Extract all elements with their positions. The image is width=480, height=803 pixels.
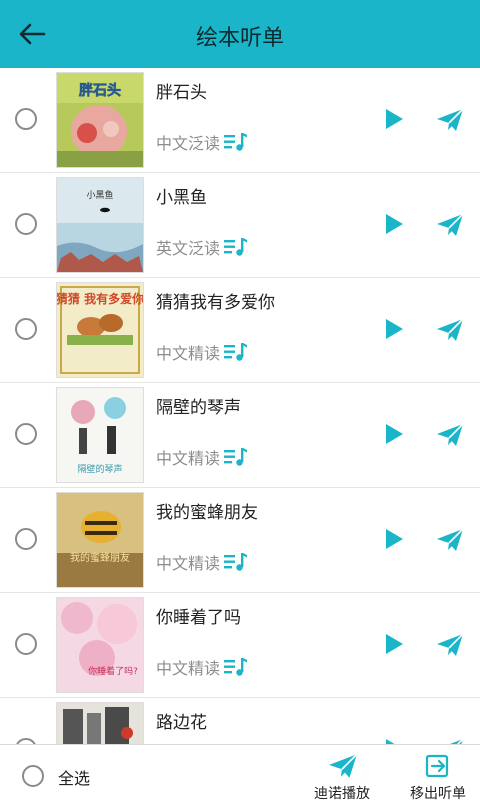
- playlist-music-icon: [224, 448, 248, 466]
- list-item[interactable]: 我的蜜蜂朋友 我的蜜蜂朋友 中文精读: [0, 488, 480, 593]
- book-list: 胖石头 胖石头 中文泛读 小黑鱼 小黑鱼 英文泛读 猜猜 我有多爱你 猜猜我有多…: [0, 68, 480, 744]
- remove-label: 移出听单: [410, 786, 466, 802]
- page-title: 绘本听单: [195, 26, 284, 51]
- cover-title: 猜猜 我有多爱你: [57, 291, 143, 306]
- book-cover[interactable]: 猜猜 我有多爱你: [56, 282, 144, 378]
- list-item[interactable]: 小黑鱼 小黑鱼 英文泛读: [0, 173, 480, 278]
- book-cover[interactable]: [56, 702, 144, 744]
- playlist-music-icon: [224, 343, 248, 361]
- send-icon[interactable]: [436, 423, 464, 447]
- select-radio[interactable]: [15, 528, 37, 550]
- book-type-label: 中文精读: [156, 449, 221, 468]
- playlist-music-icon: [224, 553, 248, 571]
- cover-image: 我的蜜蜂朋友: [57, 493, 143, 587]
- send-icon[interactable]: [436, 108, 464, 132]
- list-item[interactable]: 路边花: [0, 698, 480, 744]
- book-cover[interactable]: 你睡着了吗?: [56, 597, 144, 693]
- send-icon[interactable]: [436, 213, 464, 237]
- select-all-label[interactable]: 全选: [58, 765, 90, 789]
- book-cover[interactable]: 小黑鱼: [56, 177, 144, 273]
- play-icon[interactable]: [384, 213, 404, 235]
- list-item[interactable]: 猜猜 我有多爱你 猜猜我有多爱你 中文精读: [0, 278, 480, 383]
- cover-image: 隔壁的琴声: [57, 388, 143, 482]
- play-icon[interactable]: [384, 318, 404, 340]
- play-icon[interactable]: [384, 108, 404, 130]
- cover-image: 猜猜 我有多爱你: [57, 283, 143, 377]
- book-type-label: 中文精读: [156, 554, 221, 573]
- send-icon[interactable]: [436, 528, 464, 552]
- book-title: 我的蜜蜂朋友: [156, 503, 258, 523]
- cover-title: 胖石头: [79, 82, 121, 99]
- book-type: 英文泛读: [156, 235, 248, 259]
- app-bar: 绘本听单: [0, 0, 480, 68]
- remove-from-list-button[interactable]: 移出听单: [398, 751, 478, 802]
- book-type-label: 中文精读: [156, 344, 221, 363]
- list-item[interactable]: 胖石头 胖石头 中文泛读: [0, 68, 480, 173]
- book-cover[interactable]: 我的蜜蜂朋友: [56, 492, 144, 588]
- playlist-music-icon: [224, 658, 248, 676]
- select-radio[interactable]: [15, 108, 37, 130]
- book-cover[interactable]: 胖石头: [56, 72, 144, 168]
- dino-play-button[interactable]: 迪诺播放: [302, 751, 382, 802]
- book-type: 中文精读: [156, 445, 248, 469]
- select-all-radio[interactable]: [22, 765, 44, 787]
- cover-title: 小黑鱼: [86, 189, 113, 201]
- book-type-label: 中文泛读: [156, 134, 221, 153]
- book-title: 猜猜我有多爱你: [156, 293, 275, 313]
- play-icon[interactable]: [384, 633, 404, 655]
- book-title: 小黑鱼: [156, 188, 207, 208]
- book-type: 中文泛读: [156, 130, 248, 154]
- select-radio[interactable]: [15, 213, 37, 235]
- cover-image: 你睡着了吗?: [57, 598, 143, 692]
- bottom-toolbar: 全选 迪诺播放 移出听单: [0, 744, 480, 802]
- cover-title: 隔壁的琴声: [77, 463, 122, 475]
- send-icon: [329, 753, 358, 778]
- select-radio[interactable]: [15, 423, 37, 445]
- playlist-music-icon: [224, 133, 248, 151]
- exit-icon: [425, 754, 449, 778]
- book-cover[interactable]: 隔壁的琴声: [56, 387, 144, 483]
- book-title: 你睡着了吗: [156, 608, 241, 628]
- book-title: 路边花: [156, 713, 207, 733]
- cover-title: 我的蜜蜂朋友: [70, 551, 130, 564]
- list-item[interactable]: 你睡着了吗? 你睡着了吗 中文精读: [0, 593, 480, 698]
- play-icon[interactable]: [384, 423, 404, 445]
- book-type: 中文精读: [156, 550, 248, 574]
- cover-image: 小黑鱼: [57, 178, 143, 272]
- book-title: 隔壁的琴声: [156, 398, 241, 418]
- cover-image: [57, 703, 143, 744]
- dino-play-label: 迪诺播放: [314, 786, 370, 802]
- book-type: 中文精读: [156, 655, 248, 679]
- list-item[interactable]: 隔壁的琴声 隔壁的琴声 中文精读: [0, 383, 480, 488]
- play-icon[interactable]: [384, 528, 404, 550]
- book-type-label: 中文精读: [156, 659, 221, 678]
- book-title: 胖石头: [156, 83, 207, 103]
- cover-image: 胖石头: [57, 73, 143, 167]
- book-type-label: 英文泛读: [156, 239, 221, 258]
- send-icon[interactable]: [436, 318, 464, 342]
- select-radio[interactable]: [15, 633, 37, 655]
- send-icon[interactable]: [436, 633, 464, 657]
- cover-title: 你睡着了吗?: [88, 665, 138, 677]
- book-type: 中文精读: [156, 340, 248, 364]
- select-radio[interactable]: [15, 318, 37, 340]
- playlist-music-icon: [224, 238, 248, 256]
